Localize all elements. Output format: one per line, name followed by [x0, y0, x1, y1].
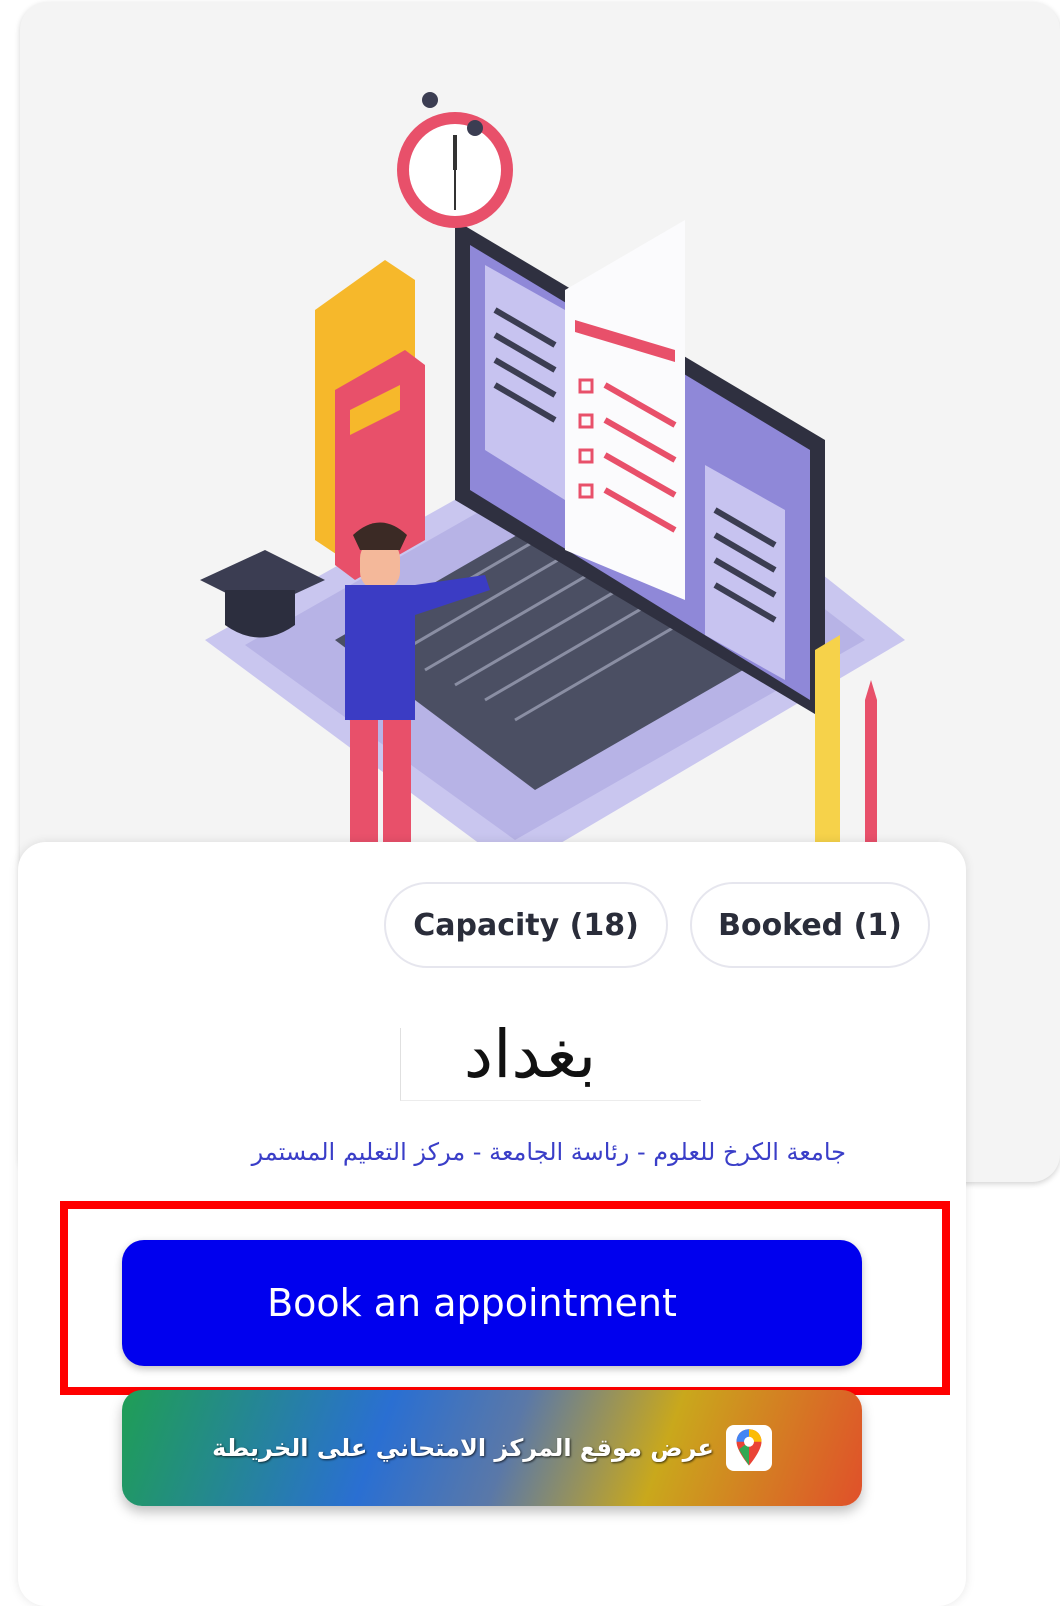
exam-illustration	[200, 92, 905, 850]
center-address: جامعة الكرخ للعلوم - رئاسة الجامعة - مرك…	[251, 1138, 846, 1166]
view-on-map-button[interactable]: عرض موقع المركز الامتحاني على الخريطة	[122, 1390, 862, 1506]
booked-badge: Booked (1)	[690, 882, 930, 968]
city-title: بغداد	[463, 1016, 597, 1093]
highlight-box	[60, 1201, 950, 1395]
view-on-map-label: عرض موقع المركز الامتحاني على الخريطة	[212, 1434, 714, 1462]
google-maps-pin-icon	[725, 1425, 772, 1471]
capacity-badge: Capacity (18)	[384, 882, 668, 968]
